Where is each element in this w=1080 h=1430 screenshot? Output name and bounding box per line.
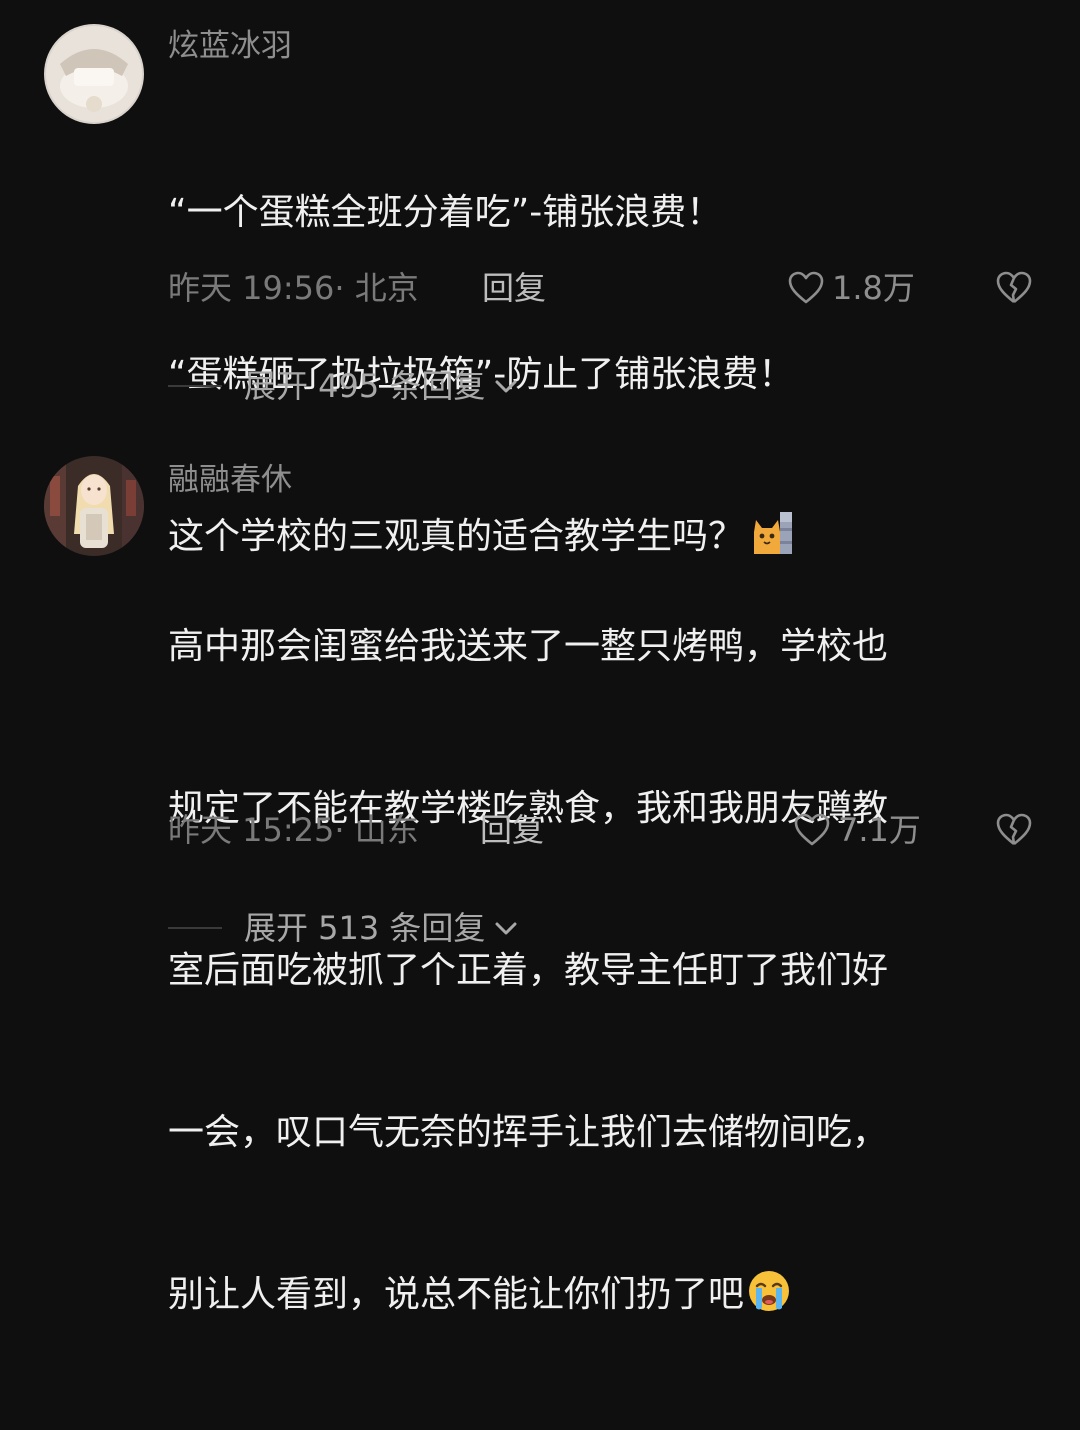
comment-location: · 山东 bbox=[334, 811, 419, 849]
like-count: 1.8万 bbox=[832, 269, 915, 307]
divider-line bbox=[168, 385, 222, 387]
comment-line: 高中那会闺蜜给我送来了一整只烤鸭，学校也 bbox=[168, 626, 889, 667]
reply-button[interactable]: 回复 bbox=[480, 810, 544, 850]
expand-replies-button[interactable]: 展开 513 条回复 bbox=[168, 908, 521, 948]
comment-line: 室后面吃被抓了个正着，教导主任盯了我们好 bbox=[168, 950, 889, 991]
comment-author[interactable]: 融融春休 bbox=[168, 460, 292, 500]
comment-line: “一个蛋糕全班分着吃”-铺张浪费！ bbox=[168, 192, 723, 233]
broken-heart-icon bbox=[996, 271, 1032, 304]
like-button[interactable]: 7.1万 bbox=[792, 810, 921, 850]
comment-line-with-emoji: 别让人看到，说总不能让你们扔了吧 bbox=[168, 1268, 1028, 1322]
comment-location: · 北京 bbox=[334, 269, 419, 307]
avatar[interactable] bbox=[44, 456, 144, 556]
avatar-image bbox=[44, 456, 144, 556]
comment-line: 别让人看到，说总不能让你们扔了吧 bbox=[168, 1274, 745, 1315]
chevron-down-icon bbox=[495, 380, 517, 393]
like-count: 7.1万 bbox=[838, 811, 921, 849]
dislike-button[interactable] bbox=[994, 810, 1034, 850]
comment-author[interactable]: 炫蓝冰羽 bbox=[168, 26, 292, 66]
crying-face-emoji bbox=[746, 1268, 792, 1314]
expand-replies-label: 展开 495 条回复 bbox=[244, 367, 486, 405]
avatar-image bbox=[44, 24, 144, 124]
comment-item: 炫蓝冰羽 “一个蛋糕全班分着吃”-铺张浪费！ “蛋糕砸了扔垃圾箱”-防止了铺张浪… bbox=[0, 0, 1080, 557]
heart-icon bbox=[788, 271, 824, 304]
comment-time: 昨天 19:56 bbox=[168, 269, 335, 307]
comment-body: 高中那会闺蜜给我送来了一整只烤鸭，学校也 规定了不能在教学楼吃熟食，我和我朋友蹲… bbox=[168, 512, 1028, 1430]
like-button[interactable]: 1.8万 bbox=[786, 268, 915, 308]
expand-replies-label: 展开 513 条回复 bbox=[244, 909, 486, 947]
comment-meta: 昨天 19:56· 北京 bbox=[168, 268, 419, 308]
chevron-down-icon bbox=[495, 922, 517, 935]
comment-item: 融融春休 高中那会闺蜜给我送来了一整只烤鸭，学校也 规定了不能在教学楼吃熟食，我… bbox=[0, 440, 1080, 1315]
divider-line bbox=[168, 927, 222, 929]
comment-meta: 昨天 15:25· 山东 bbox=[168, 810, 419, 850]
reply-button[interactable]: 回复 bbox=[482, 268, 546, 308]
avatar[interactable] bbox=[44, 24, 144, 124]
comment-time: 昨天 15:25 bbox=[168, 811, 335, 849]
dislike-button[interactable] bbox=[994, 268, 1034, 308]
expand-replies-button[interactable]: 展开 495 条回复 bbox=[168, 366, 521, 406]
comment-line: 一会，叹口气无奈的挥手让我们去储物间吃， bbox=[168, 1112, 889, 1153]
broken-heart-icon bbox=[996, 813, 1032, 846]
heart-icon bbox=[794, 813, 830, 846]
